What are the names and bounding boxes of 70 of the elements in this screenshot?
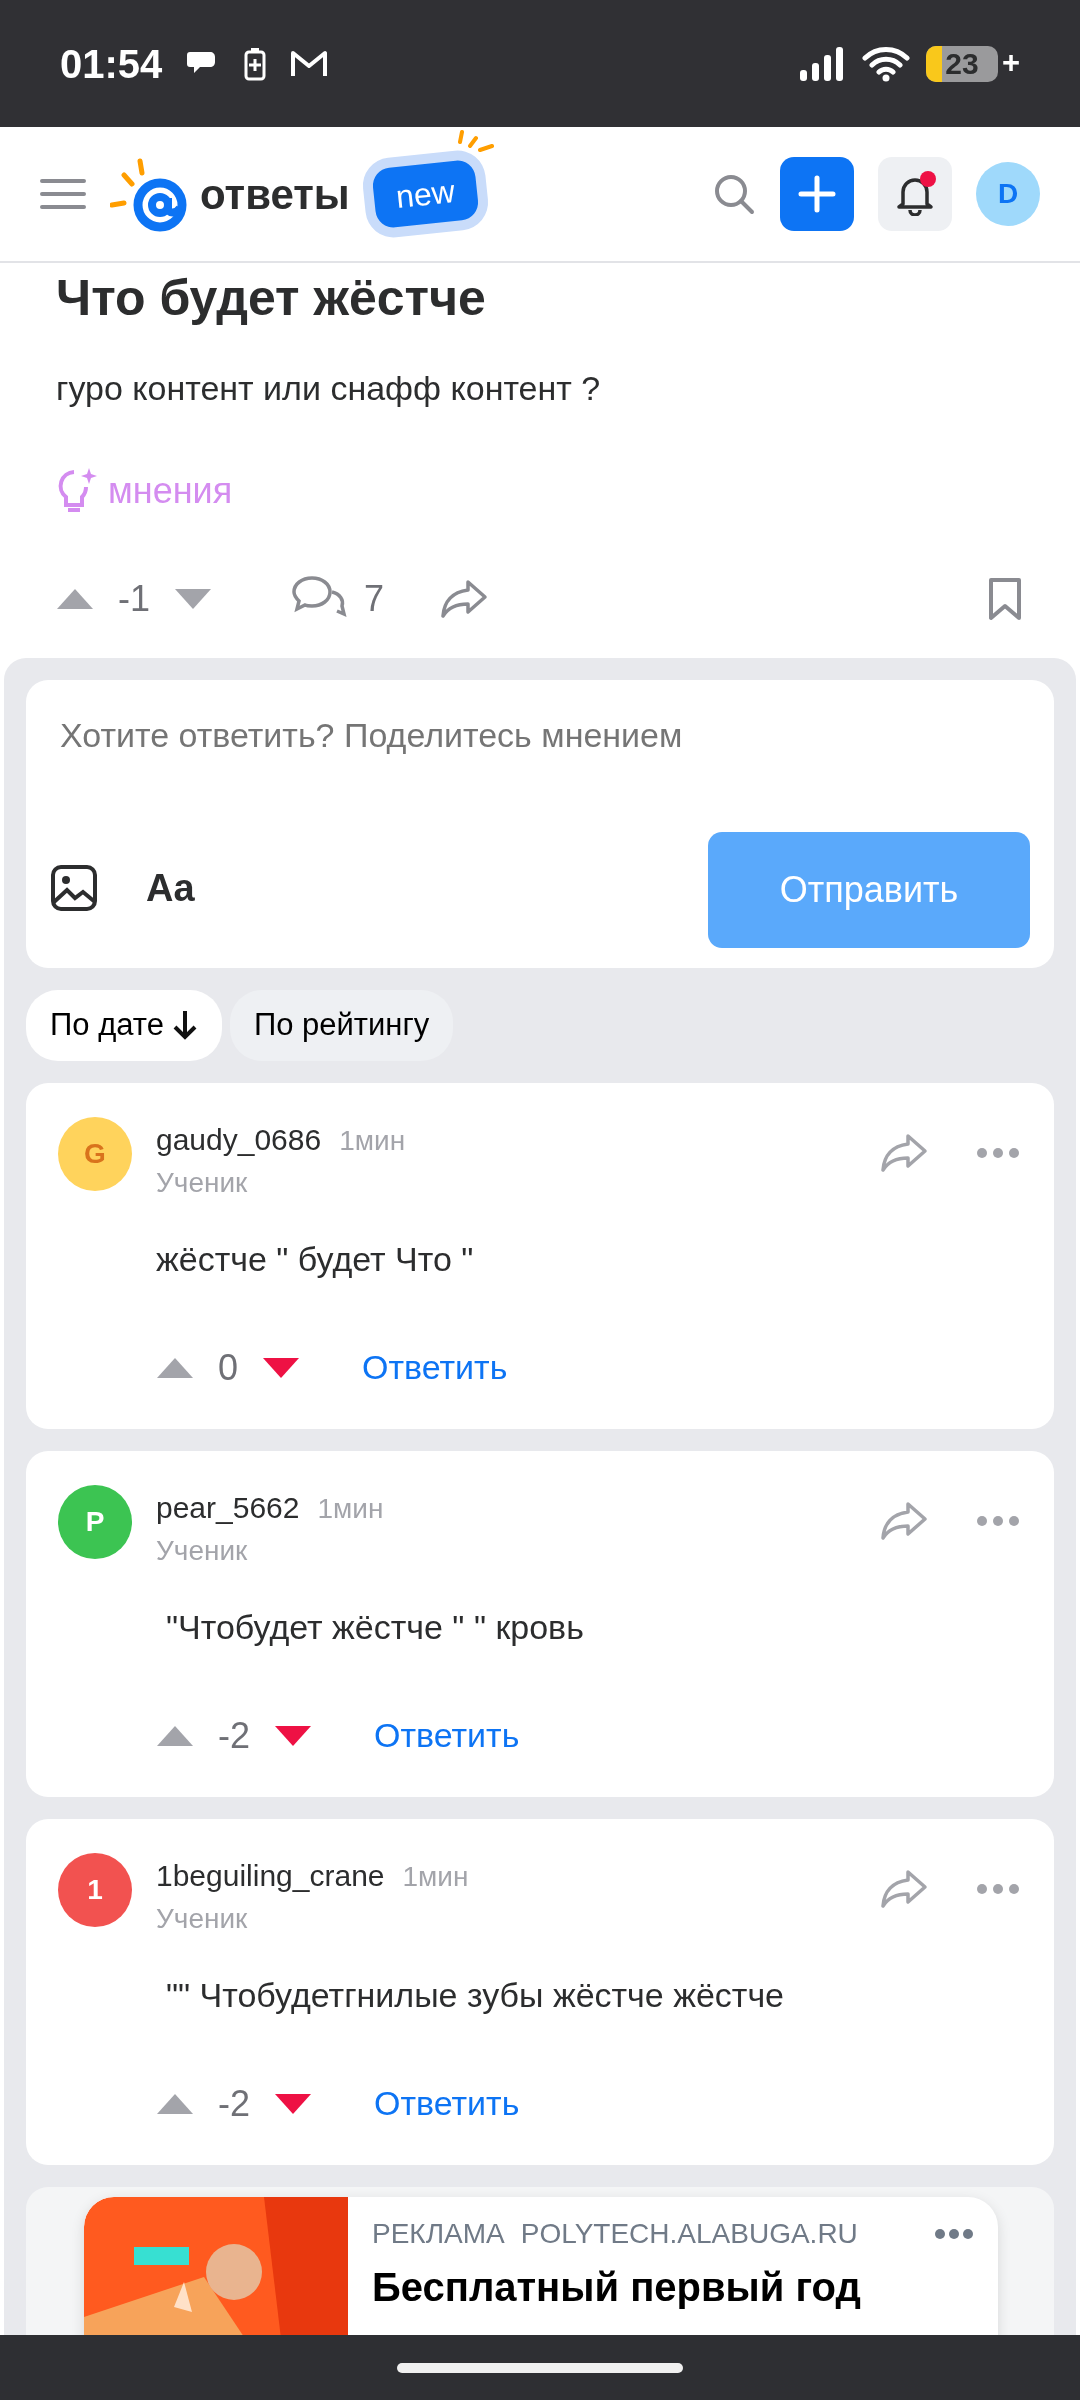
downvote-arrow-icon[interactable] [174,588,212,610]
answer-rating: -2 [218,1713,250,1758]
downvote-arrow-icon[interactable] [274,1724,312,1747]
author-name[interactable]: pear_5662 [156,1484,300,1530]
menu-icon[interactable] [40,178,86,210]
send-button[interactable]: Отправить [708,832,1030,948]
reply-link[interactable]: Ответить [374,1710,520,1761]
author-avatar[interactable]: G [58,1116,132,1191]
answer-text: "" Чтобудетгнилые зубы жёстче жёстче [165,1974,786,2016]
home-indicator[interactable] [397,2362,683,2373]
add-button[interactable] [780,157,854,231]
rays-icon [458,130,495,153]
share-icon[interactable] [880,1868,928,1909]
logo-text: ответы [200,169,350,220]
upvote-arrow-icon[interactable] [156,2092,194,2115]
reply-link[interactable]: Ответить [362,1342,508,1393]
image-icon[interactable] [50,864,98,912]
share-icon[interactable] [880,1500,928,1541]
answer-field[interactable]: Хотите ответить? Поделитесь мнением Aa Отправить [26,680,1054,968]
topic-tag[interactable]: мнения [108,464,233,518]
charging-sign: + [1001,44,1020,83]
plus-icon [797,174,837,214]
downvote-arrow-icon[interactable] [274,2092,312,2115]
author-rank: Ученик [156,1901,249,1936]
author-avatar[interactable]: P [58,1484,132,1559]
share-icon[interactable] [880,1132,928,1173]
downvote-arrow-icon[interactable] [262,1356,301,1379]
comments-count: 7 [364,577,385,621]
text-format-button[interactable]: Aa [146,859,195,917]
sort-chip[interactable]: По дате [26,990,222,1061]
author-avatar[interactable]: 1 [58,1852,132,1927]
author-rank: Ученик [156,1165,249,1200]
author-name[interactable]: gaudy_0686 [156,1116,322,1162]
author-name[interactable]: 1beguiling_crane [156,1852,385,1898]
question-text: гуро контент или снафф контент ? [55,368,602,409]
ad-domain[interactable]: POLYTECH.ALABUGA.RU [520,2212,858,2255]
reply-link[interactable]: Ответить [374,2078,520,2129]
more-icon[interactable] [976,1146,1020,1159]
question-rating: -1 [118,577,150,621]
battery-level: 23 [925,45,998,82]
more-icon[interactable] [934,2227,974,2240]
ad-label: РЕКЛАМА [372,2216,505,2251]
wifi-icon [861,45,910,82]
upvote-arrow-icon[interactable] [56,588,94,610]
answer-time: 1мин [317,1491,384,1526]
signal-icon [797,45,846,82]
share-icon[interactable] [440,579,489,619]
ad-title[interactable]: Бесплатный первый год [372,2262,974,2311]
more-icon[interactable] [976,1882,1020,1895]
arrow-down-icon [171,1009,198,1042]
answer-time: 1мин [402,1859,469,1894]
answer-rating: 0 [218,1345,239,1390]
search-icon[interactable] [712,172,756,216]
mail-m-icon [290,48,329,79]
battery-charge-icon [244,46,267,81]
author-rank: Ученик [156,1533,249,1568]
answer-rating: -2 [218,2081,250,2126]
notifications-button[interactable] [878,157,952,231]
bookmark-icon[interactable] [986,576,1024,622]
answer-text: "Чтобудет жёстче " " кровь [165,1606,585,1648]
answer-input[interactable]: Хотите ответить? Поделитесь мнением [26,680,1054,791]
status-time: 01:54 [60,40,163,88]
answer-text: жёстче " будет Что " [156,1238,475,1280]
sort-chip[interactable]: По рейтингу [229,990,454,1061]
upvote-arrow-icon[interactable] [156,1356,194,1379]
upvote-arrow-icon[interactable] [156,1724,194,1747]
answer-time: 1мин [339,1123,406,1158]
user-avatar[interactable]: D [976,162,1040,226]
more-icon[interactable] [976,1514,1020,1527]
question-title: Что будет жёстче [56,269,487,328]
